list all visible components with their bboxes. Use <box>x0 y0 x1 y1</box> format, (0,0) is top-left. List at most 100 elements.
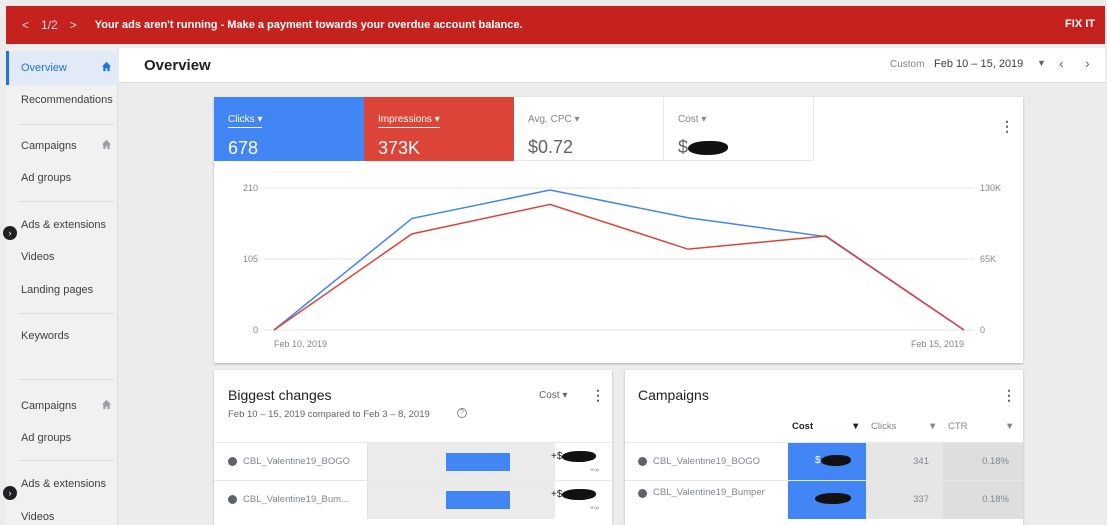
expand-icon[interactable]: › <box>3 486 17 500</box>
y-tick-label-left: 210 <box>243 183 258 193</box>
table-row[interactable]: CBL_Valentine19_BOGO $ 341 0.18% <box>625 442 1023 481</box>
sidebar-item-ads-extensions[interactable]: Ads & extensions <box>6 208 118 242</box>
sidebar-item-label: Overview <box>21 62 67 74</box>
campaign-name: CBL_Valentine19_Bum... <box>243 494 349 505</box>
date-range-value[interactable]: Feb 10 – 15, 2019 <box>934 58 1023 70</box>
sidebar-item-label: Videos <box>21 251 55 263</box>
status-dot-icon <box>638 457 647 466</box>
sidebar-item-label: Videos <box>21 511 55 523</box>
chevron-left-icon[interactable]: < <box>22 18 29 32</box>
sidebar-divider <box>18 124 114 125</box>
x-tick-label: Feb 10, 2019 <box>274 339 327 349</box>
alert-banner: < 1/2 > Your ads aren't running - Make a… <box>6 6 1105 44</box>
home-icon <box>101 399 112 413</box>
metric-label: Avg. CPC <box>528 114 572 125</box>
chevron-right-icon[interactable]: › <box>1085 55 1090 71</box>
change-amount: +$ <box>551 489 563 501</box>
clicks-value: 337 <box>866 481 943 519</box>
campaign-name: CBL_Valentine19_Bumper <box>653 487 765 498</box>
sidebar-item-recommendations[interactable]: Recommendations <box>6 83 118 117</box>
cost-cell <box>788 481 866 519</box>
chevron-left-icon[interactable]: ‹ <box>1059 55 1064 71</box>
sidebar-divider <box>18 379 114 380</box>
column-header-ctr[interactable]: CTR <box>948 421 968 432</box>
change-bar <box>446 491 510 509</box>
metric-label: Clicks <box>228 114 255 125</box>
sidebar-item-label: Recommendations <box>21 94 113 106</box>
column-header-cost[interactable]: Cost <box>792 421 813 432</box>
sidebar-item-label: Ad groups <box>21 432 72 444</box>
home-icon <box>101 61 112 75</box>
table-row[interactable]: CBL_Valentine19_Bum... +$ +∞ <box>214 480 612 519</box>
ctr-value: 0.18% <box>943 481 1023 519</box>
dropdown-arrow-icon[interactable]: ▼ <box>928 421 937 432</box>
more-options-icon[interactable]: ⋮ <box>1002 388 1016 402</box>
sidebar-item-landing-pages[interactable]: Landing pages <box>6 273 118 307</box>
campaigns-card: Campaigns ⋮ Cost ▼ Clicks ▼ CTR ▼ CBL_Va… <box>625 370 1023 525</box>
sidebar-item-campaigns[interactable]: Campaigns <box>6 129 118 163</box>
dropdown-arrow-icon: ▾ <box>574 114 580 125</box>
sort-arrow-icon[interactable]: ▼ <box>851 421 860 432</box>
campaign-name: CBL_Valentine19_BOGO <box>243 456 351 467</box>
series-line-1 <box>273 189 965 331</box>
cost-value: $ <box>815 455 821 467</box>
metric-value: $0.72 <box>528 137 574 157</box>
y-tick-label-right: 65K <box>980 254 996 264</box>
banner-message: Your ads aren't running - Make a payment… <box>94 19 523 31</box>
change-percent: +∞ <box>590 505 600 512</box>
metric-cost[interactable]: Cost ▾ $ <box>664 97 814 161</box>
sidebar-item-label: Ad groups <box>21 172 72 184</box>
banner-counter: 1/2 <box>41 18 58 32</box>
dropdown-arrow-icon[interactable]: ▼ <box>1005 421 1014 432</box>
column-header-clicks[interactable]: Clicks <box>871 421 896 432</box>
metric-clicks[interactable]: Clicks ▾ 678 <box>214 97 364 161</box>
metric-value: 678 <box>228 138 259 158</box>
change-value: +$ <box>551 451 597 463</box>
sidebar-item-videos-2[interactable]: Videos <box>6 500 118 525</box>
dropdown-arrow-icon[interactable]: ▼ <box>1037 58 1046 68</box>
sidebar-item-label: Campaigns <box>21 140 77 152</box>
more-options-icon[interactable]: ⋮ <box>591 388 605 402</box>
redaction-mark <box>815 493 851 504</box>
banner-pager: < 1/2 > <box>22 18 77 32</box>
change-value: +$ <box>551 489 597 501</box>
metric-impressions[interactable]: Impressions ▾ 373K <box>364 97 514 161</box>
clicks-value: 341 <box>866 443 943 481</box>
sidebar-item-ad-groups-2[interactable]: Ad groups <box>6 421 118 455</box>
sidebar-item-keywords[interactable]: Keywords <box>6 319 118 353</box>
fix-it-button[interactable]: FIX IT <box>1065 18 1095 30</box>
date-range-label: Custom <box>890 59 925 70</box>
metric-label: Cost <box>678 114 699 125</box>
metric-selector[interactable]: Cost ▾ <box>539 390 567 401</box>
help-icon[interactable]: ? <box>457 408 467 418</box>
sidebar-item-ad-groups[interactable]: Ad groups <box>6 161 118 195</box>
series-line-2 <box>273 203 965 331</box>
table-row[interactable]: CBL_Valentine19_Bumper 337 0.18% <box>625 480 1023 519</box>
y-tick-label-left: 105 <box>243 254 258 264</box>
expand-icon[interactable]: › <box>3 226 17 240</box>
metric-selector-label: Cost <box>539 390 560 401</box>
sidebar: Overview Recommendations Campaigns Ad gr… <box>6 48 118 525</box>
sidebar-divider <box>18 201 114 202</box>
biggest-changes-card: Biggest changes Feb 10 – 15, 2019 compar… <box>214 370 612 525</box>
section-title: Campaigns <box>638 387 709 403</box>
redaction-mark <box>820 455 851 466</box>
column-label: Clicks <box>871 421 897 432</box>
metric-avg-cpc[interactable]: Avg. CPC ▾ $0.72 <box>514 97 664 161</box>
metric-label: Impressions <box>378 114 432 125</box>
status-dot-icon <box>228 495 237 504</box>
sidebar-item-campaigns-2[interactable]: Campaigns <box>6 389 118 423</box>
page-title: Overview <box>144 57 211 74</box>
table-row[interactable]: CBL_Valentine19_BOGO +$ +∞ <box>214 442 612 481</box>
sidebar-item-videos[interactable]: Videos <box>6 240 118 274</box>
change-amount: +$ <box>551 451 563 463</box>
x-tick-label: Feb 15, 2019 <box>911 339 964 349</box>
sidebar-divider <box>18 460 114 461</box>
more-options-icon[interactable]: ⋮ <box>1000 119 1014 133</box>
chevron-right-icon[interactable]: > <box>70 18 77 32</box>
metric-value: 373K <box>378 138 421 158</box>
sidebar-item-label: Ads & extensions <box>21 219 106 231</box>
sidebar-item-overview[interactable]: Overview <box>6 51 118 85</box>
y-tick-label-right: 0 <box>980 325 985 335</box>
sidebar-item-ads-extensions-2[interactable]: Ads & extensions <box>6 467 118 501</box>
